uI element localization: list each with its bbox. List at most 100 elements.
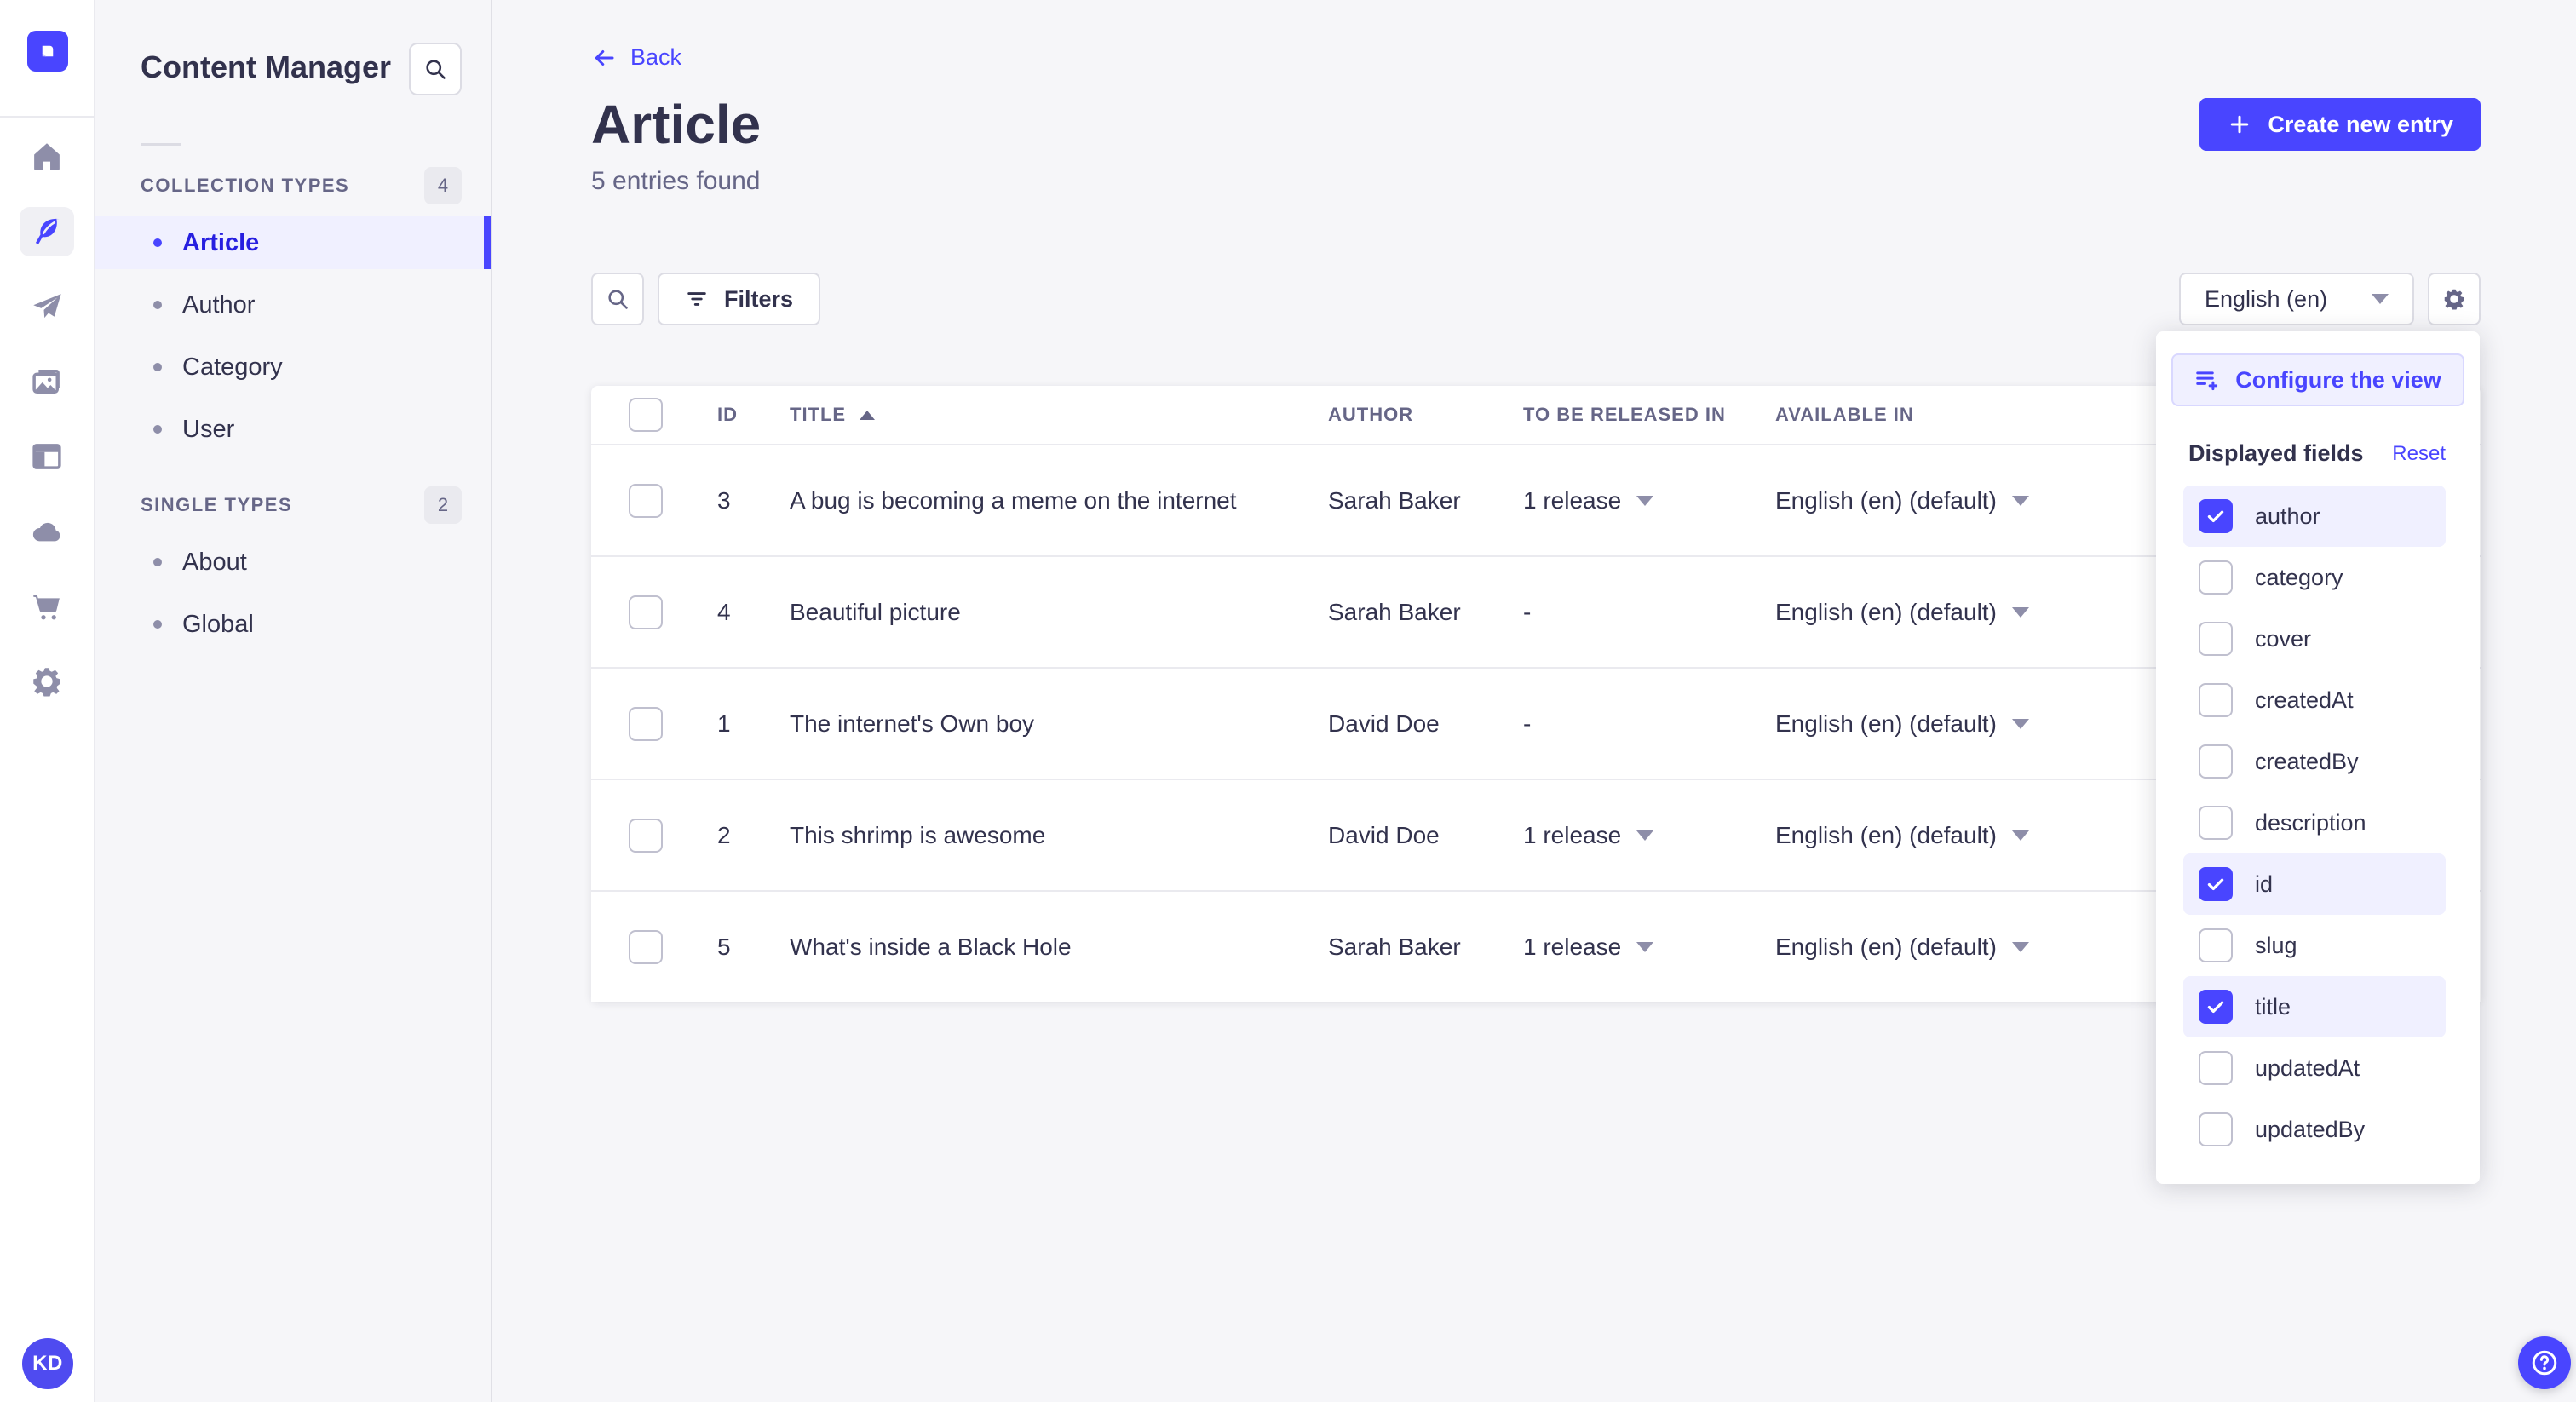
cloud-icon[interactable] xyxy=(0,494,95,569)
subnav-title: Content Manager xyxy=(141,49,392,84)
field-option-category[interactable]: category xyxy=(2183,547,2446,608)
list-toolbar: Filters English (en) xyxy=(591,273,2481,325)
locale-select[interactable]: English (en) xyxy=(2179,273,2414,325)
search-icon xyxy=(426,60,446,79)
select-all-checkbox[interactable] xyxy=(629,398,663,432)
home-icon[interactable] xyxy=(0,119,95,194)
single-types-count-badge: 2 xyxy=(424,486,462,524)
view-settings-popover: Configure the view Displayed fields Rese… xyxy=(2156,331,2480,1184)
search-icon xyxy=(608,290,628,309)
bullet-dot xyxy=(153,238,162,247)
view-settings-gear-button[interactable] xyxy=(2428,273,2481,325)
navbar-divider xyxy=(0,116,94,118)
filter-icon xyxy=(687,292,706,306)
checkbox[interactable] xyxy=(2199,499,2233,533)
content-manager-icon[interactable] xyxy=(0,194,95,269)
field-option-author[interactable]: author xyxy=(2183,486,2446,547)
cell-release[interactable]: 1 release xyxy=(1523,487,1775,514)
checkbox[interactable] xyxy=(2199,928,2233,962)
back-link[interactable]: Back xyxy=(591,44,681,71)
sidebar-item-about[interactable]: About xyxy=(95,536,491,589)
row-checkbox[interactable] xyxy=(629,595,663,629)
column-header-release[interactable]: TO BE RELEASED IN xyxy=(1523,404,1775,426)
row-checkbox[interactable] xyxy=(629,483,663,518)
cell-id: 3 xyxy=(717,486,731,514)
media-library-icon[interactable] xyxy=(0,344,95,419)
field-option-createdBy[interactable]: createdBy xyxy=(2183,731,2446,792)
displayed-fields-title: Displayed fields xyxy=(2188,440,2364,466)
sidebar-item-article[interactable]: Article xyxy=(95,216,491,269)
sidebar-item-global[interactable]: Global xyxy=(95,598,491,651)
collection-types-list: Article Author Category User xyxy=(95,216,491,456)
row-checkbox[interactable] xyxy=(629,818,663,853)
layout-builder-icon[interactable] xyxy=(0,419,95,494)
cell-release[interactable]: - xyxy=(1523,599,1775,626)
content-manager-subnav: Content Manager COLLECTION TYPES 4 Artic… xyxy=(95,0,492,1402)
field-option-slug[interactable]: slug xyxy=(2183,915,2446,976)
row-checkbox[interactable] xyxy=(629,929,663,964)
settings-gear-icon[interactable] xyxy=(0,644,95,719)
strapi-logo[interactable] xyxy=(27,31,68,72)
chevron-down-icon[interactable] xyxy=(2011,718,2029,729)
checkbox[interactable] xyxy=(2199,744,2233,779)
chevron-down-icon[interactable] xyxy=(1636,830,1654,841)
field-option-title[interactable]: title xyxy=(2183,976,2446,1037)
marketplace-cart-icon[interactable] xyxy=(0,569,95,644)
checkbox[interactable] xyxy=(2199,990,2233,1024)
entries-count: 5 entries found xyxy=(591,167,761,195)
sidebar-item-category[interactable]: Category xyxy=(95,341,491,394)
chevron-down-icon[interactable] xyxy=(1636,495,1654,506)
create-new-entry-label: Create new entry xyxy=(2268,111,2453,137)
cell-title: This shrimp is awesome xyxy=(790,821,1046,848)
checkbox[interactable] xyxy=(2199,1112,2233,1146)
configure-view-button[interactable]: Configure the view xyxy=(2171,353,2464,406)
chevron-down-icon[interactable] xyxy=(2011,495,2029,506)
field-option-createdAt[interactable]: createdAt xyxy=(2183,669,2446,731)
question-circle-icon xyxy=(2532,1350,2557,1376)
search-button[interactable] xyxy=(591,273,644,325)
row-checkbox[interactable] xyxy=(629,706,663,741)
field-option-id[interactable]: id xyxy=(2183,853,2446,915)
cell-release[interactable]: 1 release xyxy=(1523,934,1775,961)
column-header-author[interactable]: AUTHOR xyxy=(1328,404,1523,426)
reset-button[interactable]: Reset xyxy=(2392,442,2446,466)
field-option-updatedBy[interactable]: updatedBy xyxy=(2183,1099,2446,1160)
sidebar-item-user[interactable]: User xyxy=(95,403,491,456)
cell-id: 4 xyxy=(717,598,731,625)
column-header-title[interactable]: TITLE xyxy=(790,404,1328,426)
chevron-down-icon[interactable] xyxy=(2011,830,2029,841)
checkbox[interactable] xyxy=(2199,683,2233,717)
subnav-search-button[interactable] xyxy=(409,43,462,95)
field-option-description[interactable]: description xyxy=(2183,792,2446,853)
sidebar-item-author[interactable]: Author xyxy=(95,279,491,331)
chevron-down-icon[interactable] xyxy=(2011,941,2029,952)
field-option-cover[interactable]: cover xyxy=(2183,608,2446,669)
collection-types-label: COLLECTION TYPES xyxy=(141,175,350,196)
checkbox[interactable] xyxy=(2199,622,2233,656)
cell-author: Sarah Baker xyxy=(1328,933,1461,960)
plus-icon xyxy=(2231,115,2249,134)
field-option-updatedAt[interactable]: updatedAt xyxy=(2183,1037,2446,1099)
sidebar-item-label: About xyxy=(182,548,247,576)
single-types-label: SINGLE TYPES xyxy=(141,494,293,515)
column-header-id[interactable]: ID xyxy=(717,404,790,426)
bullet-dot xyxy=(153,558,162,566)
user-avatar[interactable]: KD xyxy=(22,1338,73,1389)
releases-paper-plane-icon[interactable] xyxy=(0,269,95,344)
chevron-down-icon[interactable] xyxy=(1636,941,1654,952)
field-label: title xyxy=(2255,993,2291,1020)
collection-types-header: COLLECTION TYPES 4 xyxy=(95,165,491,206)
create-new-entry-button[interactable]: Create new entry xyxy=(2199,98,2481,151)
chevron-down-icon[interactable] xyxy=(2011,606,2029,618)
checkbox[interactable] xyxy=(2199,806,2233,840)
filters-button[interactable]: Filters xyxy=(658,273,821,325)
help-button[interactable] xyxy=(2518,1336,2571,1389)
checkbox[interactable] xyxy=(2199,867,2233,901)
checkbox[interactable] xyxy=(2199,560,2233,595)
toolbar-left: Filters xyxy=(591,273,821,325)
bullet-dot xyxy=(153,425,162,434)
bullet-dot xyxy=(153,301,162,309)
cell-release[interactable]: 1 release xyxy=(1523,822,1775,849)
cell-release[interactable]: - xyxy=(1523,710,1775,738)
checkbox[interactable] xyxy=(2199,1051,2233,1085)
